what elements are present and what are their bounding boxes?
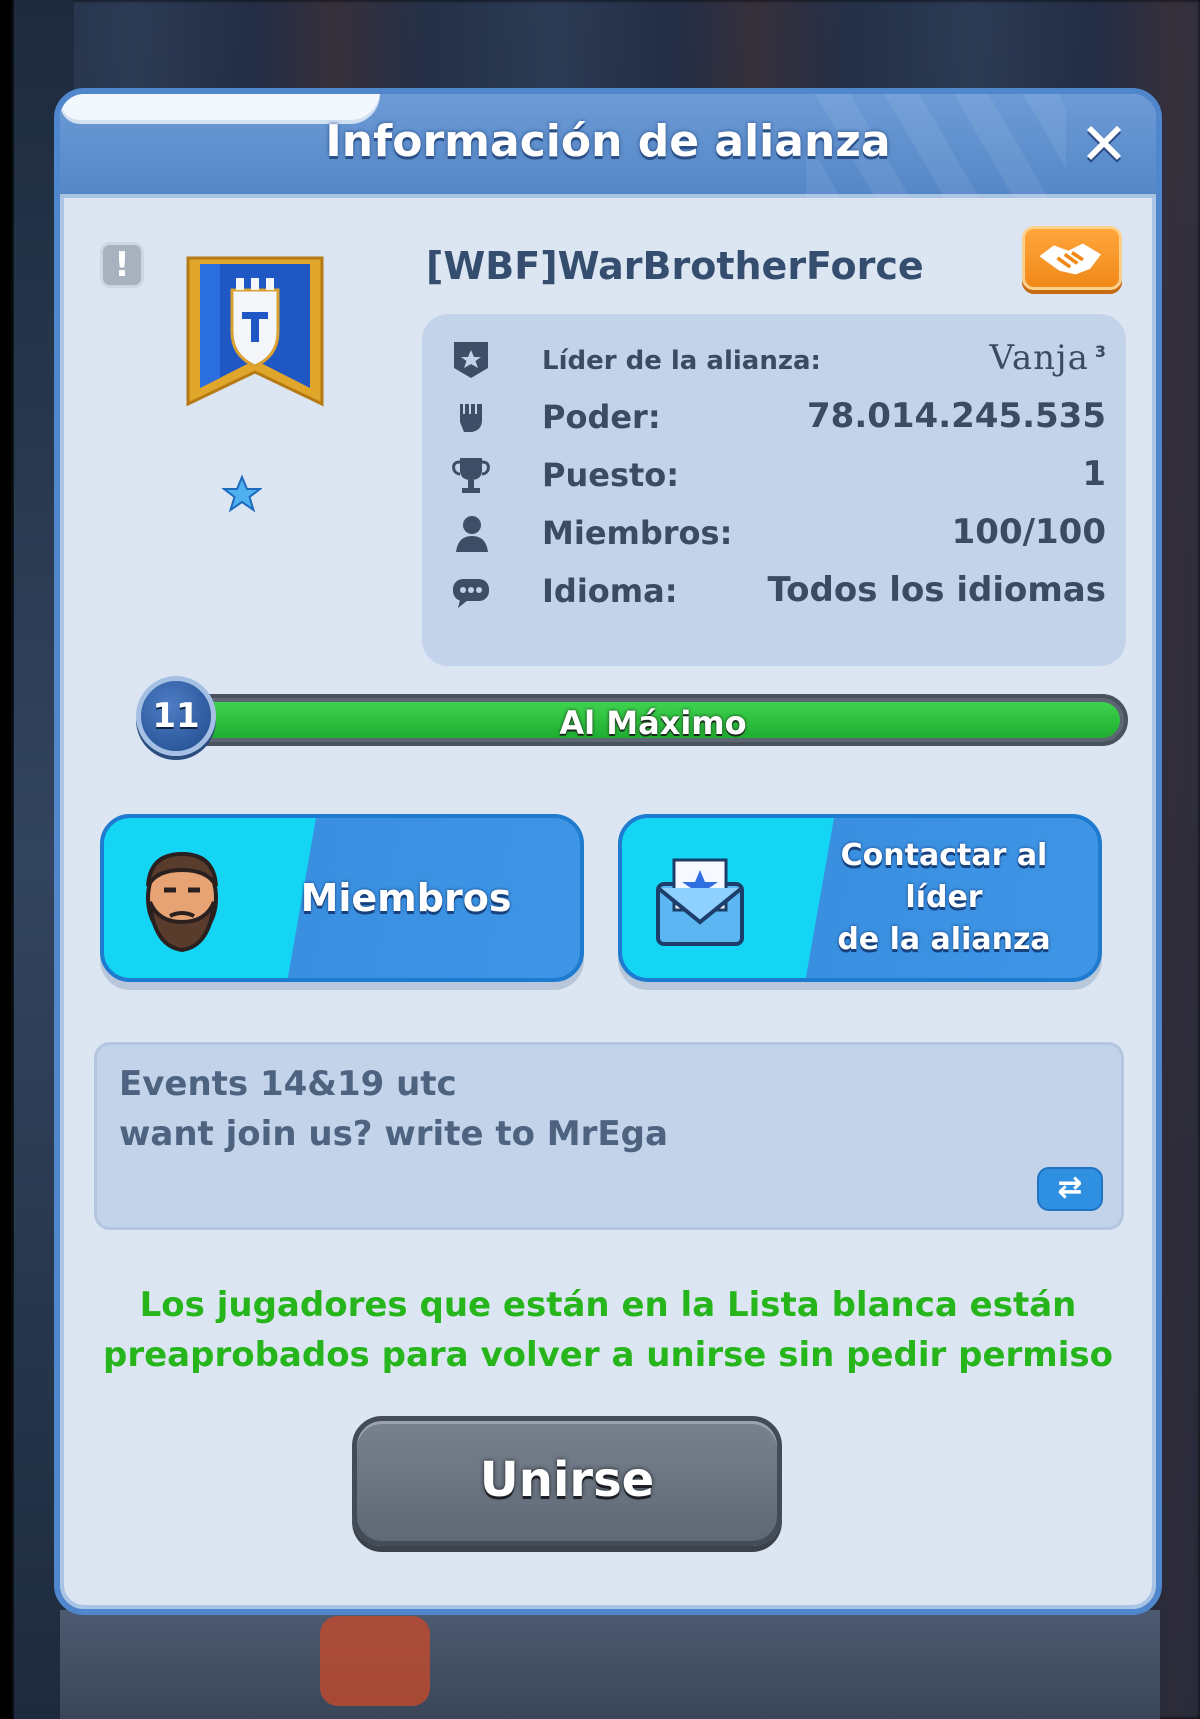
rank-row: Puesto: 1 — [446, 446, 1106, 502]
language-value: Todos los idiomas — [767, 570, 1106, 610]
leader-banner-icon — [454, 342, 488, 378]
translate-arrows-icon: ⇄ — [1057, 1170, 1083, 1205]
leader-value[interactable]: Vanja 3 — [989, 338, 1106, 378]
power-value: 78.014.245.535 — [807, 396, 1106, 436]
close-button[interactable]: ✕ — [1074, 115, 1134, 176]
level-bar-label: Al Máximo — [559, 704, 747, 742]
star-icon — [222, 474, 262, 513]
dialog-title: Información de alianza — [325, 116, 891, 167]
leader-row: Líder de la alianza: Vanja 3 — [446, 330, 1106, 386]
person-icon — [456, 516, 488, 552]
report-icon[interactable]: ! — [100, 242, 144, 288]
handshake-icon — [1039, 243, 1101, 275]
alliance-level-bar: Al Máximo — [178, 694, 1128, 746]
trophy-icon — [452, 458, 490, 493]
language-row: Idioma: Todos los idiomas — [446, 562, 1106, 618]
dialog-titlebar: Información de alianza ✕ — [60, 94, 1156, 198]
contact-leader-button-label: Contactar al líder de la alianza — [837, 838, 1051, 957]
contact-leader-button[interactable]: Contactar al líder de la alianza — [618, 814, 1102, 982]
description-text: Events 14&19 utc want join us? write to … — [119, 1064, 668, 1154]
background-bottom-bar — [60, 1610, 1160, 1719]
members-label: Miembros: — [542, 514, 733, 552]
rank-value: 1 — [1082, 454, 1106, 494]
chat-bubble-icon — [453, 579, 489, 608]
alliance-info-panel: Líder de la alianza: Vanja 3 Poder: 78.01… — [422, 314, 1126, 666]
leader-label: Líder de la alianza: — [542, 346, 821, 376]
translate-button[interactable]: ⇄ — [1037, 1167, 1103, 1211]
diplomacy-button[interactable] — [1022, 226, 1122, 290]
members-row: Miembros: 100/100 — [446, 504, 1106, 560]
alliance-banner-icon — [186, 256, 324, 407]
language-label: Idioma: — [542, 572, 678, 610]
members-button-label: Miembros — [300, 876, 512, 920]
power-row: Poder: 78.014.245.535 — [446, 388, 1106, 444]
alliance-level-badge: 11 — [136, 676, 216, 756]
members-value: 100/100 — [951, 512, 1106, 552]
rank-label: Puesto: — [542, 456, 680, 494]
alliance-name: [WBF]WarBrotherForce — [426, 244, 924, 288]
alliance-description: Events 14&19 utc want join us? write to … — [94, 1042, 1124, 1230]
members-button[interactable]: Miembros — [100, 814, 584, 982]
bearded-man-icon — [146, 851, 218, 953]
alliance-info-dialog: Información de alianza ✕ ! [WBF]WarBroth… — [54, 88, 1162, 1615]
fist-icon — [460, 404, 482, 432]
whitelist-notice: Los jugadores que están en la Lista blan… — [103, 1285, 1113, 1375]
join-button[interactable]: Unirse — [352, 1416, 782, 1546]
power-label: Poder: — [542, 398, 661, 436]
envelope-star-icon — [656, 858, 744, 946]
